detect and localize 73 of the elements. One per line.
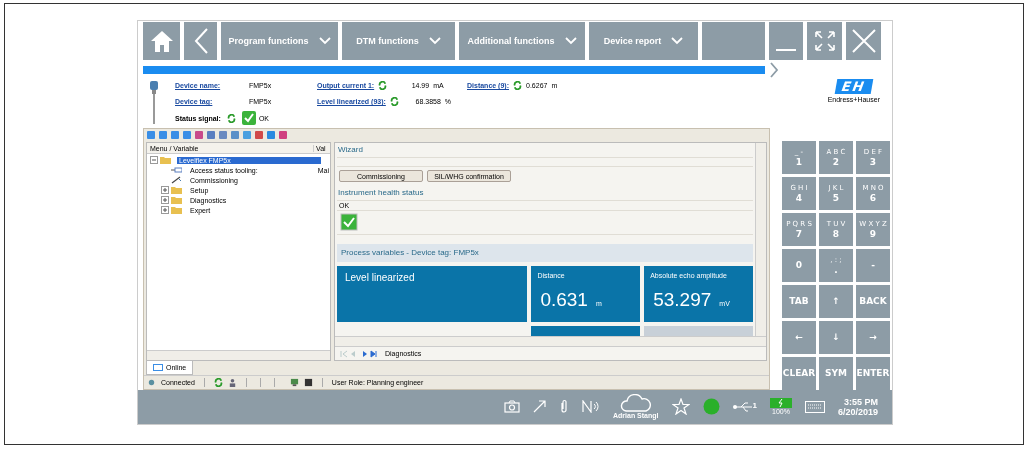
keypad-key[interactable]: ENTER: [856, 356, 890, 390]
chevron-down-icon: [318, 37, 331, 45]
expander-icon[interactable]: [150, 156, 158, 165]
usb-count: 1: [752, 400, 757, 410]
expand-arrows-icon: [812, 29, 837, 53]
chevron-down-icon: [671, 37, 684, 45]
paperclip-icon[interactable]: [559, 399, 569, 415]
keypad-key[interactable]: ↑: [819, 284, 853, 318]
keypad-key[interactable]: ↓: [819, 320, 853, 354]
menu-button[interactable]: DTM functions: [342, 22, 455, 60]
chevron-down-icon: [564, 37, 577, 45]
window-icon: [153, 364, 163, 372]
keypad-key[interactable]: TAB: [782, 284, 816, 318]
nfc-icon[interactable]: [582, 400, 600, 414]
keypad-key[interactable]: ←: [782, 320, 816, 354]
parameter-icon: [171, 166, 182, 175]
computer-icon: [289, 377, 299, 387]
usb-icon[interactable]: [732, 400, 753, 413]
level-probe-icon: [147, 80, 161, 125]
keypad-key[interactable]: →: [856, 320, 890, 354]
navigation-arrows-icon[interactable]: [339, 349, 379, 358]
folder-icon: [171, 206, 182, 215]
refresh-icon[interactable]: [513, 81, 522, 91]
folder-icon: [171, 196, 182, 205]
square-icon: [303, 377, 313, 387]
section-title: Wizard: [337, 144, 364, 157]
refresh-icon[interactable]: [226, 113, 236, 123]
tile-value: 53.297: [653, 289, 712, 312]
folder-icon: [171, 186, 182, 195]
menu-button[interactable]: Program functions: [221, 22, 338, 60]
horizontal-scrollbar[interactable]: [147, 350, 330, 361]
back-button[interactable]: [184, 22, 217, 60]
chevron-right-icon[interactable]: [769, 62, 779, 79]
keypad-key[interactable]: SYM: [819, 356, 853, 390]
wand-icon: [171, 176, 182, 185]
keypad-key[interactable]: CLEAR: [782, 356, 816, 390]
expander-icon[interactable]: [161, 206, 169, 215]
keyboard-icon[interactable]: [804, 400, 825, 413]
tile-value: 0.631: [540, 289, 588, 312]
menu-button[interactable]: Additional functions: [459, 22, 585, 60]
menu-button[interactable]: Device report: [589, 22, 698, 60]
refresh-icon[interactable]: [389, 97, 399, 107]
user-icon: [227, 377, 237, 387]
fullscreen-button[interactable]: [807, 22, 842, 60]
tile-label: Level linearized: [345, 272, 416, 284]
expander-icon[interactable]: [161, 186, 169, 195]
refresh-icon[interactable]: [213, 377, 223, 387]
star-icon[interactable]: [671, 398, 690, 416]
vertical-scrollbar[interactable]: [755, 143, 766, 337]
minimize-icon: [776, 49, 796, 51]
clock-date: 6/20/2019: [837, 406, 878, 417]
section-title: Process variables - Device tag: FMP5x: [337, 244, 753, 263]
keypad-key[interactable]: -: [856, 248, 890, 282]
close-button[interactable]: [846, 22, 881, 60]
arrow-icon[interactable]: [533, 400, 546, 414]
close-icon: [850, 28, 877, 54]
home-button[interactable]: [143, 22, 180, 60]
status-dot-icon[interactable]: [702, 398, 720, 416]
cloud-icon[interactable]: [619, 394, 652, 413]
refresh-icon[interactable]: [378, 81, 388, 91]
minimize-button[interactable]: [769, 22, 803, 60]
keypad-key[interactable]: 0: [782, 248, 816, 282]
logo-mark: EH: [834, 79, 874, 95]
camera-icon[interactable]: [504, 400, 520, 414]
chevron-down-icon: [428, 37, 441, 45]
clock-time: 3:55 PM: [844, 396, 878, 407]
section-title: Instrument health status: [337, 186, 425, 199]
horizontal-scrollbar[interactable]: [335, 336, 766, 347]
expander-icon[interactable]: [161, 196, 169, 205]
back-icon: [192, 27, 209, 55]
network-icon: [147, 377, 156, 387]
battery-icon[interactable]: [769, 398, 792, 409]
keypad-key[interactable]: BACK: [856, 284, 890, 318]
